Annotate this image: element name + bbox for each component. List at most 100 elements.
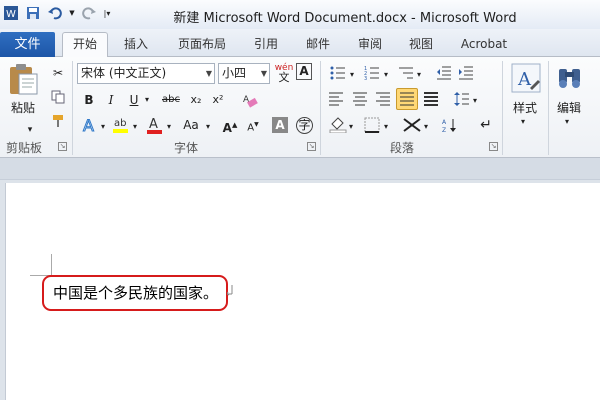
tab-insert[interactable]: 插入 <box>113 33 159 57</box>
clipboard-group-label: 剪贴板 <box>6 141 43 155</box>
editing-dropdown-icon: ▾ <box>565 117 570 126</box>
paste-button[interactable]: 粘贴 <box>6 61 42 121</box>
font-launcher-icon[interactable]: ↘ <box>307 142 316 151</box>
group-divider <box>320 61 321 155</box>
font-group-label: 字体 <box>174 141 199 155</box>
strikethrough-button[interactable]: abc <box>158 90 184 110</box>
paragraph-mark-icon <box>227 285 233 296</box>
tab-page-layout[interactable]: 页面布局 <box>168 33 236 57</box>
align-left-icon[interactable] <box>326 89 346 109</box>
window-title: 新建 Microsoft Word Document.docx - Micros… <box>173 11 517 26</box>
distributed-icon[interactable] <box>421 89 441 109</box>
numbering-dropdown-icon[interactable]: ▾ <box>381 65 391 85</box>
tab-acrobat[interactable]: Acrobat <box>452 33 516 57</box>
character-border-button[interactable]: A <box>296 63 312 80</box>
group-divider <box>502 61 503 155</box>
borders-icon[interactable] <box>362 115 382 135</box>
styles-label: 样式 <box>513 101 538 115</box>
sort-icon[interactable]: AZ <box>440 115 460 135</box>
svg-text:A: A <box>442 119 447 126</box>
font-size-value: 小四 <box>222 66 247 80</box>
styles-icon: A <box>511 63 541 93</box>
shading-dropdown-icon[interactable]: ▾ <box>346 117 356 137</box>
svg-text:A: A <box>83 116 94 134</box>
superscript-button[interactable]: x² <box>208 90 228 110</box>
numbering-icon[interactable]: 123 <box>362 63 382 83</box>
decrease-indent-icon[interactable] <box>434 63 454 83</box>
align-right-icon[interactable] <box>373 89 393 109</box>
bullets-icon[interactable] <box>328 63 348 83</box>
bold-button[interactable]: B <box>79 90 99 110</box>
show-marks-icon[interactable]: ↵ <box>476 115 496 135</box>
styles-dropdown-icon: ▾ <box>521 117 526 126</box>
italic-button[interactable]: I <box>101 90 121 110</box>
font-size-combo[interactable]: 小四 ▼ <box>218 63 270 84</box>
chevron-down-icon: ▼ <box>260 69 267 78</box>
tab-home[interactable]: 开始 <box>62 32 108 58</box>
phonetic-guide-button[interactable]: wén 文 <box>274 63 294 83</box>
margin-corner-mark <box>51 254 52 276</box>
group-divider <box>548 61 549 155</box>
svg-text:A: A <box>149 117 158 132</box>
chevron-down-icon: ▼ <box>205 69 212 78</box>
cut-icon[interactable]: ✂ <box>48 63 68 83</box>
highlight-dropdown-icon[interactable]: ▾ <box>130 117 140 137</box>
text-effects-dropdown-icon[interactable]: ▾ <box>98 117 108 137</box>
grow-font-button[interactable]: A▲ <box>220 115 240 135</box>
editing-button[interactable]: 编辑 ▾ <box>552 61 588 133</box>
character-shading-button[interactable]: A <box>272 117 288 133</box>
clear-formatting-icon[interactable]: A <box>240 90 260 110</box>
justify-icon[interactable] <box>396 88 418 110</box>
group-divider <box>72 61 73 155</box>
highlight-color-icon[interactable]: ab <box>110 115 130 135</box>
multilevel-dropdown-icon[interactable]: ▾ <box>414 65 424 85</box>
highlight-box <box>42 275 228 311</box>
enclose-characters-button[interactable]: 字 <box>296 117 313 134</box>
chinese-layout-dropdown-icon[interactable]: ▾ <box>421 117 431 137</box>
tab-view[interactable]: 视图 <box>398 33 444 57</box>
styles-button[interactable]: A 样式 ▾ <box>508 61 544 133</box>
borders-dropdown-icon[interactable]: ▾ <box>381 117 391 137</box>
multilevel-list-icon[interactable] <box>396 63 416 83</box>
copy-icon[interactable] <box>48 87 68 107</box>
line-spacing-dropdown-icon[interactable]: ▾ <box>470 91 480 111</box>
align-center-icon[interactable] <box>350 89 370 109</box>
underline-dropdown-icon[interactable]: ▾ <box>142 90 152 110</box>
ruler-area <box>0 158 600 180</box>
binoculars-icon <box>559 69 580 88</box>
svg-text:ab: ab <box>114 118 126 129</box>
svg-text:3: 3 <box>364 76 367 81</box>
ribbon-tabs: 文件 开始 插入 页面布局 引用 邮件 审阅 视图 Acrobat <box>0 29 600 58</box>
svg-text:A: A <box>517 69 532 90</box>
font-name-combo[interactable]: 宋体 (中文正文) ▼ <box>77 63 215 84</box>
paste-dropdown-icon[interactable]: ▾ <box>20 120 40 140</box>
chinese-layout-icon[interactable] <box>401 115 423 135</box>
change-case-dropdown-icon[interactable]: ▾ <box>203 117 213 137</box>
clipboard-icon <box>10 64 38 95</box>
line-spacing-icon[interactable] <box>452 89 472 109</box>
change-case-button[interactable]: Aa <box>178 115 204 135</box>
title-bar: W ▼ |▾ 新建 Microsoft Word Document.docx -… <box>0 0 600 29</box>
font-name-value: 宋体 (中文正文) <box>81 66 167 80</box>
format-painter-icon[interactable] <box>48 111 68 131</box>
tab-mailings[interactable]: 邮件 <box>295 33 341 57</box>
svg-text:Z: Z <box>442 127 446 133</box>
underline-button[interactable]: U <box>124 90 144 110</box>
tab-references[interactable]: 引用 <box>243 33 289 57</box>
paste-label: 粘贴 <box>11 101 36 115</box>
tab-file[interactable]: 文件 <box>0 32 55 57</box>
paragraph-launcher-icon[interactable]: ↘ <box>489 142 498 151</box>
paragraph-group-label: 段落 <box>390 141 415 155</box>
subscript-button[interactable]: x₂ <box>186 90 206 110</box>
ribbon: 粘贴 ▾ ✂ 剪贴板 ↘ 宋体 (中文正文) ▼ 小四 ▼ wén 文 A B I… <box>0 57 600 158</box>
increase-indent-icon[interactable] <box>456 63 476 83</box>
tab-review[interactable]: 审阅 <box>347 33 393 57</box>
font-color-dropdown-icon[interactable]: ▾ <box>164 117 174 137</box>
editing-label: 编辑 <box>557 101 582 115</box>
clipboard-launcher-icon[interactable]: ↘ <box>58 142 67 151</box>
shading-icon[interactable] <box>328 115 348 135</box>
font-color-icon[interactable]: A <box>144 115 164 135</box>
grow-font-label: A <box>222 121 232 135</box>
bullets-dropdown-icon[interactable]: ▾ <box>347 65 357 85</box>
shrink-font-button[interactable]: A▼ <box>243 115 263 135</box>
